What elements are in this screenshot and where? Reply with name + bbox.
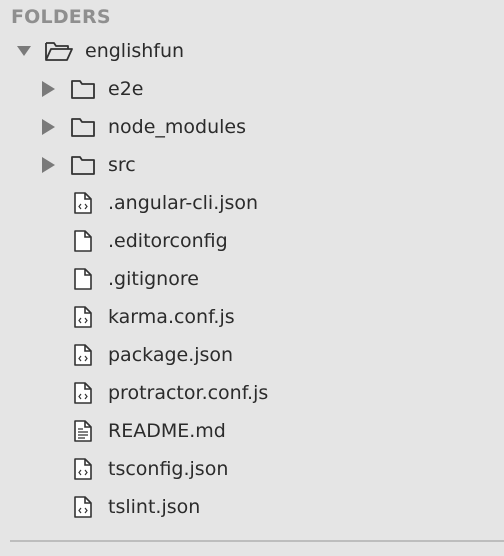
tree-item-label: .angular-cli.json (108, 192, 259, 214)
folder-icon (70, 77, 96, 101)
code-file-icon (72, 495, 98, 519)
tree-item-label: src (108, 154, 136, 176)
tree-item-karma-conf-js[interactable]: karma.conf.js (0, 298, 504, 336)
tree-item-label: e2e (108, 78, 144, 100)
tree-item-angular-cli-json[interactable]: .angular-cli.json (0, 184, 504, 222)
folder-open-icon (44, 39, 73, 63)
tree-item-label: tslint.json (108, 496, 201, 518)
tree-item-gitignore[interactable]: .gitignore (0, 260, 504, 298)
tree-item-label: README.md (108, 420, 226, 442)
tree-item-label: node_modules (108, 116, 247, 138)
code-file-icon (72, 191, 98, 215)
tree-item-label: .editorconfig (108, 230, 228, 252)
tree-item-tslint-json[interactable]: tslint.json (0, 488, 504, 526)
tree-item-label: .gitignore (108, 268, 199, 290)
sidebar-divider (10, 540, 504, 542)
file-icon (72, 267, 98, 291)
tree-item-label: tsconfig.json (108, 458, 229, 480)
file-icon (72, 229, 98, 253)
tree-item-label: englishfun (85, 40, 185, 62)
tree-item-englishfun[interactable]: englishfun (0, 32, 504, 70)
folder-sidebar: FOLDERS englishfun e2e node_modules src … (0, 0, 504, 556)
code-file-icon (72, 305, 98, 329)
tree-item-label: package.json (108, 344, 234, 366)
tree-item-tsconfig-json[interactable]: tsconfig.json (0, 450, 504, 488)
tree-item-node-modules[interactable]: node_modules (0, 108, 504, 146)
tree-item-e2e[interactable]: e2e (0, 70, 504, 108)
tree-item-src[interactable]: src (0, 146, 504, 184)
chevron-right-icon[interactable] (38, 117, 58, 137)
chevron-down-icon[interactable] (14, 41, 34, 61)
code-file-icon (72, 457, 98, 481)
tree-item-label: karma.conf.js (108, 306, 235, 328)
code-file-icon (72, 343, 98, 367)
chevron-right-icon[interactable] (38, 79, 58, 99)
tree-item-editorconfig[interactable]: .editorconfig (0, 222, 504, 260)
tree-item-protractor-conf-js[interactable]: protractor.conf.js (0, 374, 504, 412)
folder-icon (70, 153, 96, 177)
text-file-icon (72, 419, 98, 443)
folders-header: FOLDERS (11, 6, 111, 28)
tree-item-label: protractor.conf.js (108, 382, 269, 404)
tree-item-readme-md[interactable]: README.md (0, 412, 504, 450)
folder-icon (70, 115, 96, 139)
chevron-right-icon[interactable] (38, 155, 58, 175)
code-file-icon (72, 381, 98, 405)
tree-item-package-json[interactable]: package.json (0, 336, 504, 374)
